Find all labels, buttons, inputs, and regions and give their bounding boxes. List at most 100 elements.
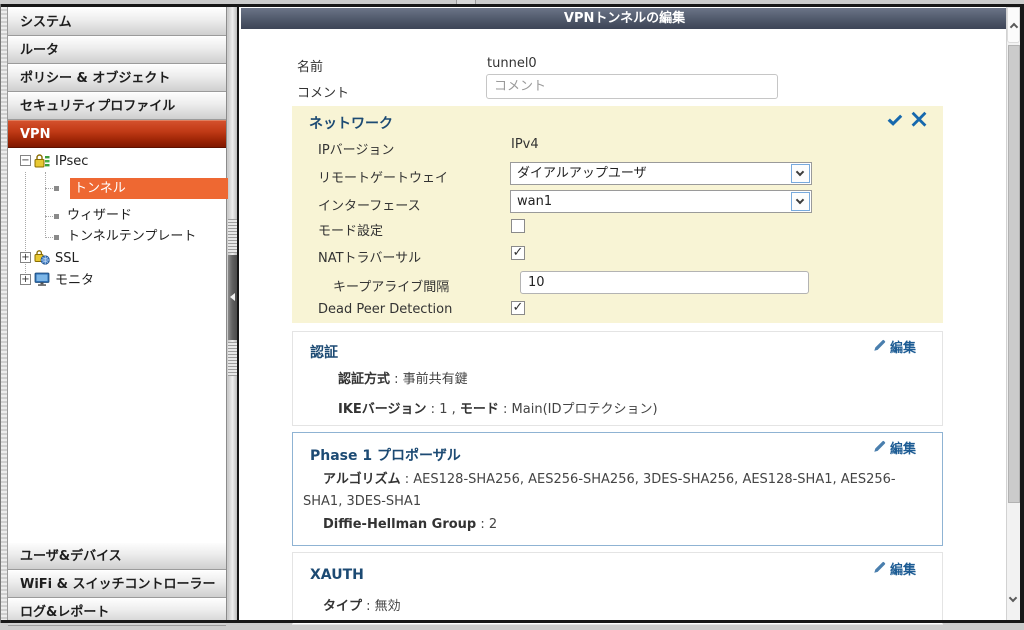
authentication-section: 認証 編集 認証方式 : 事前共有鍵 IKEバージョン : 1 , モード : …	[292, 331, 943, 426]
dpd-label: Dead Peer Detection	[318, 302, 452, 317]
sidebar: システム ルータ ポリシー & オブジェクト セキュリティプロファイル VPN …	[8, 7, 227, 620]
chevron-down-icon[interactable]	[791, 192, 810, 211]
sidebar-splitter[interactable]	[228, 7, 237, 620]
page-title: VPNトンネルの編集	[241, 8, 1008, 29]
ike-version-label: IKEバージョン	[338, 402, 427, 417]
tree-bullet	[54, 235, 59, 240]
edit-link-label: 編集	[890, 337, 916, 356]
ip-version-value: IPv4	[511, 137, 539, 152]
algorithms-line: アルゴリズム : AES128-SHA256, AES256-SHA256, 3…	[303, 469, 928, 513]
separator: :	[401, 472, 414, 487]
authentication-title: 認証	[310, 342, 338, 362]
dh-group-value: 2	[489, 517, 497, 532]
mode-config-label: モード設定	[318, 220, 383, 239]
separator: :	[499, 402, 512, 417]
nat-traversal-checkbox[interactable]: ✓	[511, 246, 525, 260]
xauth-type-label: タイプ	[323, 599, 362, 614]
nat-traversal-label: NATトラバーサル	[318, 247, 421, 266]
sidebar-menu-security-profiles[interactable]: セキュリティプロファイル	[8, 92, 226, 120]
name-value: tunnel0	[487, 56, 537, 71]
interface-selected: wan1	[517, 194, 552, 209]
ip-version-label: IPバージョン	[318, 139, 394, 158]
edit-link-label: 編集	[890, 438, 916, 457]
frame-border-bottom	[0, 620, 1024, 623]
content-panel: VPNトンネルの編集 名前 tunnel0 コメント コメント ネットワーク I…	[237, 7, 1006, 620]
xauth-section: XAUTH 編集 タイプ : 無効	[292, 552, 943, 625]
comment-label: コメント	[297, 82, 349, 101]
network-section-title: ネットワーク	[309, 113, 393, 133]
auth-method-value: 事前共有鍵	[403, 372, 468, 387]
tree-collapse-ipsec[interactable]: −	[20, 155, 31, 166]
name-label: 名前	[297, 56, 323, 75]
scroll-up-button[interactable]	[1007, 7, 1020, 43]
dh-group-label: Diffie-Hellman Group	[323, 517, 476, 532]
splitter-ridges	[228, 342, 237, 376]
pencil-icon	[873, 560, 887, 578]
tree-bullet	[54, 214, 59, 219]
keepalive-input[interactable]: 10	[520, 271, 809, 294]
collapse-left-icon	[230, 293, 235, 301]
tree-connector	[45, 172, 46, 238]
sidebar-menu-router[interactable]: ルータ	[8, 36, 226, 64]
separator: :	[362, 599, 375, 614]
separator: :	[476, 517, 489, 532]
edit-xauth-link[interactable]: 編集	[873, 559, 916, 578]
phase1-proposal-section: Phase 1 プロポーザル 編集 アルゴリズム : AES128-SHA256…	[292, 432, 943, 546]
scroll-down-button[interactable]	[1007, 587, 1020, 617]
sidebar-menu-system[interactable]: システム	[8, 8, 226, 36]
auth-method-line: 認証方式 : 事前共有鍵	[338, 368, 468, 387]
dh-group-line: Diffie-Hellman Group : 2	[323, 517, 497, 532]
ike-line: IKEバージョン : 1 , モード : Main(IDプロテクション)	[338, 398, 658, 417]
tree-item-tunnel[interactable]: トンネル	[70, 178, 230, 199]
tree-expand-monitor[interactable]: +	[20, 274, 31, 285]
xauth-type-line: タイプ : 無効	[323, 595, 401, 614]
xauth-title: XAUTH	[310, 567, 364, 583]
tree-connector	[25, 172, 26, 285]
check-icon: ✓	[513, 245, 524, 260]
frame-border-left	[0, 4, 1, 623]
sidebar-menu-user-device[interactable]: ユーザ&デバイス	[8, 542, 226, 570]
tree-item-ssl[interactable]: SSL	[55, 249, 79, 269]
content-scrollbar[interactable]	[1006, 7, 1020, 620]
splitter-collapse-handle[interactable]	[228, 255, 237, 340]
remote-gateway-selected: ダイアルアップユーザ	[517, 166, 647, 181]
tree-item-ipsec[interactable]: IPsec	[55, 152, 88, 172]
frame-border-right	[1020, 4, 1024, 623]
tree-expand-ssl[interactable]: +	[20, 252, 31, 263]
tree-bullet	[54, 186, 59, 191]
left-resize-strip[interactable]	[1, 7, 8, 620]
edit-authentication-link[interactable]: 編集	[873, 337, 916, 356]
ssl-lock-globe-icon	[34, 249, 50, 265]
remote-gateway-select[interactable]: ダイアルアップユーザ	[510, 162, 812, 185]
dpd-checkbox[interactable]: ✓	[511, 301, 525, 315]
interface-select[interactable]: wan1	[510, 190, 812, 213]
monitor-icon	[34, 271, 50, 287]
ipsec-lock-icon	[34, 153, 50, 169]
algorithms-label: アルゴリズム	[323, 472, 401, 487]
splitter-ridges	[228, 219, 237, 253]
pencil-icon	[873, 439, 887, 457]
pencil-icon	[873, 338, 887, 356]
sidebar-menu-wifi-switch[interactable]: WiFi & スイッチコントローラー	[8, 570, 226, 598]
tree-item-wizard[interactable]: ウィザード	[67, 206, 132, 226]
network-section: ネットワーク IPバージョン IPv4 リモートゲートウェイ ダイアルアップユー…	[292, 106, 943, 323]
separator: :	[427, 402, 440, 417]
separator: :	[390, 372, 403, 387]
tree-item-tunnel-template[interactable]: トンネルテンプレート	[67, 227, 196, 247]
chevron-down-icon	[1009, 594, 1017, 602]
edit-phase1-link[interactable]: 編集	[873, 438, 916, 457]
interface-label: インターフェース	[318, 195, 421, 214]
ike-mode-label: モード	[460, 402, 499, 417]
ike-mode-value: Main(IDプロテクション)	[512, 402, 658, 417]
sidebar-menu-policy-objects[interactable]: ポリシー & オブジェクト	[8, 64, 226, 92]
auth-method-label: 認証方式	[338, 372, 390, 387]
cancel-x-icon[interactable]	[911, 111, 927, 131]
tree-item-monitor[interactable]: モニタ	[55, 271, 94, 291]
scrollbar-thumb[interactable]	[1008, 45, 1020, 503]
comment-input[interactable]: コメント	[486, 74, 778, 99]
mode-config-checkbox[interactable]	[511, 219, 525, 233]
apply-check-icon[interactable]	[886, 111, 903, 132]
sidebar-menu-vpn[interactable]: VPN	[8, 120, 226, 148]
chevron-down-icon[interactable]	[791, 164, 810, 183]
remote-gateway-label: リモートゲートウェイ	[318, 167, 448, 186]
